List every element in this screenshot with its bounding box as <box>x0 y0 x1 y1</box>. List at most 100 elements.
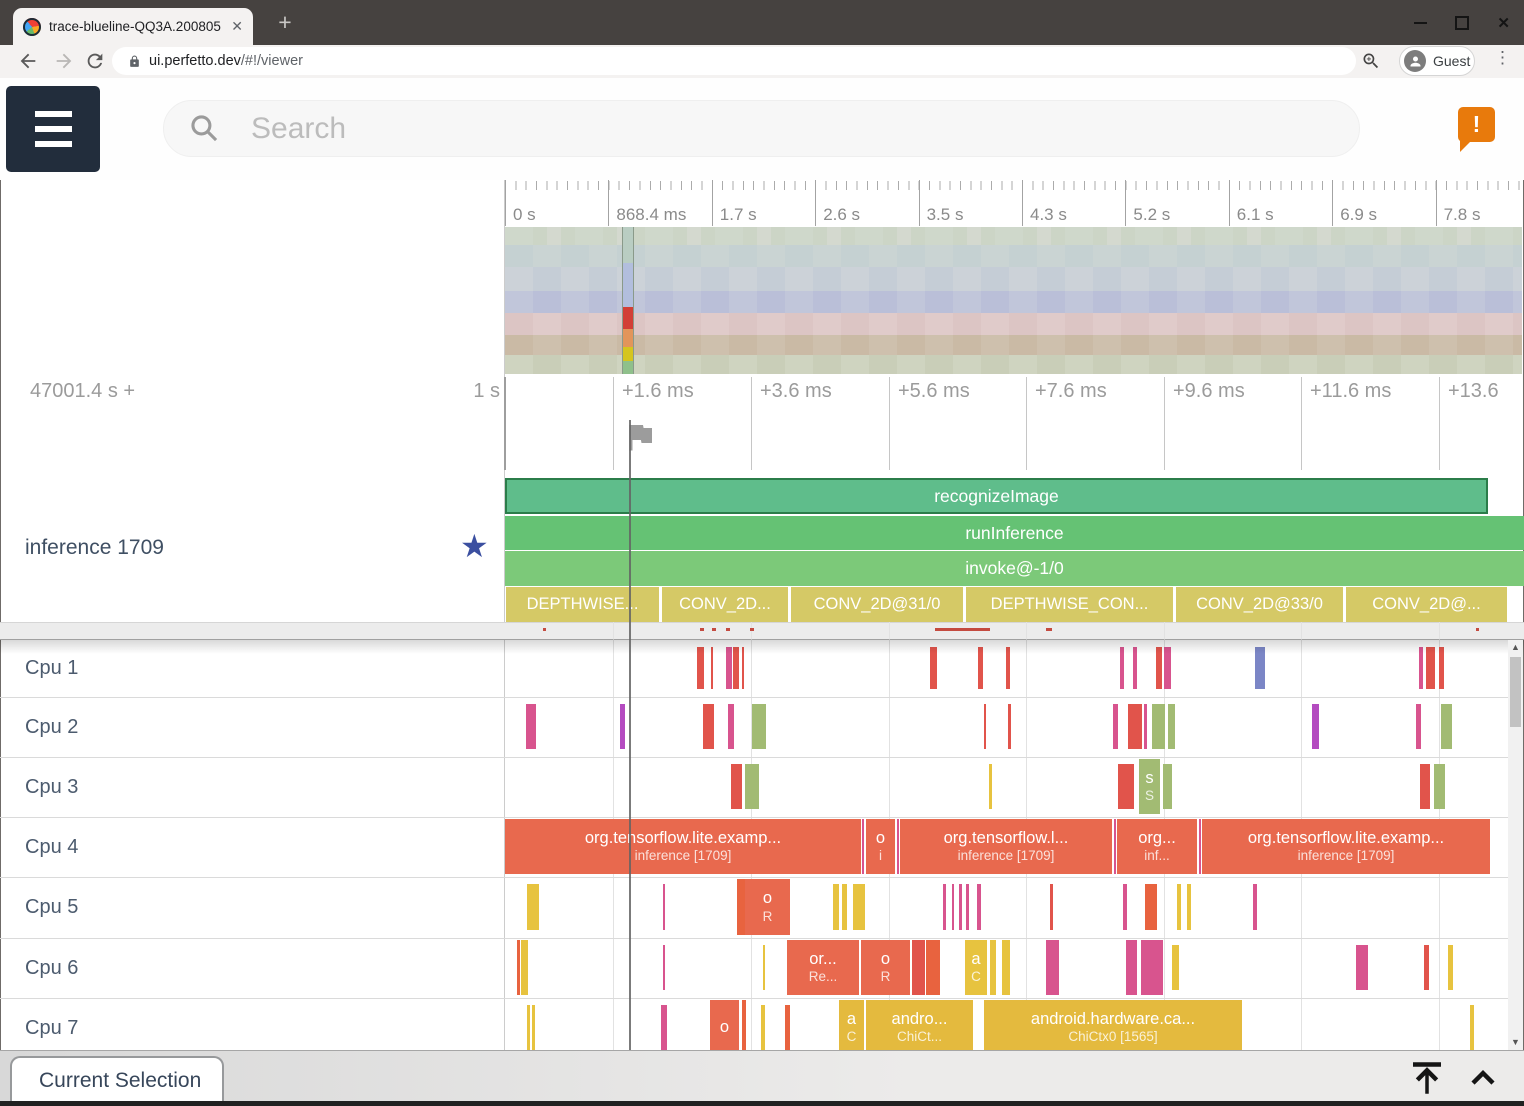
slice[interactable] <box>532 1005 535 1050</box>
slice[interactable] <box>990 940 996 995</box>
profile-button[interactable]: Guest <box>1399 46 1475 76</box>
slice[interactable] <box>526 704 536 749</box>
slice[interactable] <box>703 704 714 749</box>
minimize-icon[interactable] <box>1414 22 1427 24</box>
slice[interactable] <box>1434 764 1445 809</box>
pinned-slice[interactable]: invoke@-1/0 <box>505 551 1524 586</box>
slice[interactable] <box>1177 884 1181 930</box>
slice[interactable] <box>742 1000 746 1055</box>
slice[interactable] <box>663 884 665 930</box>
conv-slice[interactable]: CONV_2D@33/0 <box>1176 587 1343 622</box>
slice[interactable] <box>728 704 734 749</box>
slice[interactable] <box>752 704 766 749</box>
slice[interactable]: org...inf... <box>1117 819 1197 874</box>
flag-icon[interactable] <box>622 419 658 455</box>
pinned-slice[interactable]: runInference <box>505 516 1524 550</box>
slice[interactable]: oR <box>745 879 790 935</box>
slice[interactable] <box>1128 704 1142 749</box>
slice[interactable] <box>521 940 528 995</box>
back-icon[interactable] <box>17 50 39 72</box>
slice[interactable] <box>1118 764 1134 809</box>
tab-close-icon[interactable]: ✕ <box>231 18 243 35</box>
conv-slice[interactable]: DEPTHWISE... <box>506 587 659 622</box>
close-icon[interactable]: ✕ <box>1497 14 1510 32</box>
star-icon[interactable]: ★ <box>460 530 489 562</box>
slice[interactable] <box>1187 884 1191 930</box>
slice[interactable] <box>853 884 865 930</box>
cpu-track-label[interactable]: Cpu 4 <box>25 817 78 877</box>
slice[interactable] <box>862 819 864 874</box>
slice[interactable] <box>943 884 946 930</box>
conv-slice[interactable]: CONV_2D@31/0 <box>791 587 963 622</box>
slice[interactable] <box>1163 764 1172 809</box>
slice[interactable] <box>517 940 520 995</box>
cpu-track-label[interactable]: Cpu 2 <box>25 697 78 757</box>
scroll-down-icon[interactable]: ▼ <box>1508 1035 1523 1050</box>
slice[interactable] <box>1141 940 1163 995</box>
feedback-icon[interactable]: ! <box>1458 107 1495 142</box>
slice[interactable] <box>1172 945 1179 990</box>
slice[interactable] <box>745 764 759 809</box>
slice[interactable] <box>989 764 992 809</box>
slice[interactable] <box>1113 704 1118 749</box>
cpu-track-label[interactable]: Cpu 7 <box>25 998 78 1058</box>
conv-slice[interactable]: DEPTHWISE_CON... <box>966 587 1173 622</box>
slice[interactable] <box>1114 819 1116 874</box>
slice[interactable] <box>833 884 839 930</box>
slice[interactable]: org.tensorflow.lite.examp...inference [1… <box>1202 819 1490 874</box>
search-bar[interactable] <box>163 100 1360 157</box>
slice[interactable] <box>1253 884 1257 930</box>
pinned-track-name[interactable]: inference 1709 <box>25 536 164 560</box>
vertical-scrollbar[interactable]: ▲ ▼ <box>1508 640 1523 1050</box>
slice[interactable] <box>1416 704 1421 749</box>
conv-slice[interactable]: CONV_2D... <box>662 587 788 622</box>
maximize-icon[interactable] <box>1455 16 1469 30</box>
slice[interactable] <box>959 884 962 930</box>
slice[interactable] <box>620 704 625 749</box>
slice[interactable] <box>661 1005 667 1050</box>
slice[interactable] <box>663 945 665 990</box>
slice[interactable] <box>1448 945 1453 990</box>
slice[interactable] <box>897 819 899 874</box>
slice[interactable]: org.tensorflow.l...inference [1709] <box>900 819 1112 874</box>
pinned-slice[interactable]: recognizeImage <box>505 478 1488 514</box>
slice[interactable]: sS <box>1139 759 1160 814</box>
slice[interactable] <box>1145 884 1157 930</box>
current-selection-tab[interactable]: Current Selection <box>10 1056 224 1106</box>
slice[interactable] <box>527 1005 530 1050</box>
trace-overview-strip[interactable] <box>0 622 1524 640</box>
browser-tab[interactable]: trace-blueline-QQ3A.200805 ✕ <box>13 8 253 45</box>
slice[interactable] <box>731 764 742 809</box>
slice[interactable]: oi <box>866 819 895 874</box>
slice[interactable] <box>1002 940 1010 995</box>
reload-icon[interactable] <box>84 50 106 72</box>
slice[interactable] <box>912 940 925 995</box>
slice[interactable]: oR <box>861 940 910 995</box>
slice[interactable] <box>1199 819 1201 874</box>
minimap[interactable] <box>505 227 1522 374</box>
slice[interactable]: andro...ChiCt... <box>866 1000 973 1055</box>
slice[interactable] <box>1046 940 1059 995</box>
search-input[interactable] <box>249 111 1293 147</box>
hamburger-menu-icon[interactable] <box>6 86 100 172</box>
slice[interactable] <box>1441 704 1452 749</box>
slice[interactable] <box>926 940 940 995</box>
slice[interactable]: android.hardware.ca...ChiCtx0 [1565] <box>984 1000 1242 1055</box>
cpu-track-label[interactable]: Cpu 6 <box>25 938 78 998</box>
slice[interactable]: aC <box>965 940 987 995</box>
scroll-up-icon[interactable]: ▲ <box>1508 640 1523 655</box>
forward-icon[interactable] <box>53 50 75 72</box>
slice[interactable] <box>1470 1005 1474 1050</box>
slice[interactable] <box>1152 704 1165 749</box>
collapse-panel-icon[interactable] <box>1462 1057 1504 1099</box>
slice[interactable] <box>1144 704 1147 749</box>
browser-menu-icon[interactable]: ⋮ <box>1494 49 1506 66</box>
slice[interactable] <box>527 884 539 930</box>
url-bar[interactable]: ui.perfetto.dev/#!/viewer <box>112 47 1356 75</box>
scrollbar-thumb[interactable] <box>1510 657 1521 727</box>
slice[interactable]: org.tensorflow.lite.examp...inference [1… <box>505 819 861 874</box>
slice[interactable] <box>1312 704 1319 749</box>
conv-slice[interactable]: CONV_2D@... <box>1346 587 1507 622</box>
minimap-viewport[interactable] <box>622 227 634 374</box>
page-zoom-icon[interactable] <box>1361 51 1381 71</box>
